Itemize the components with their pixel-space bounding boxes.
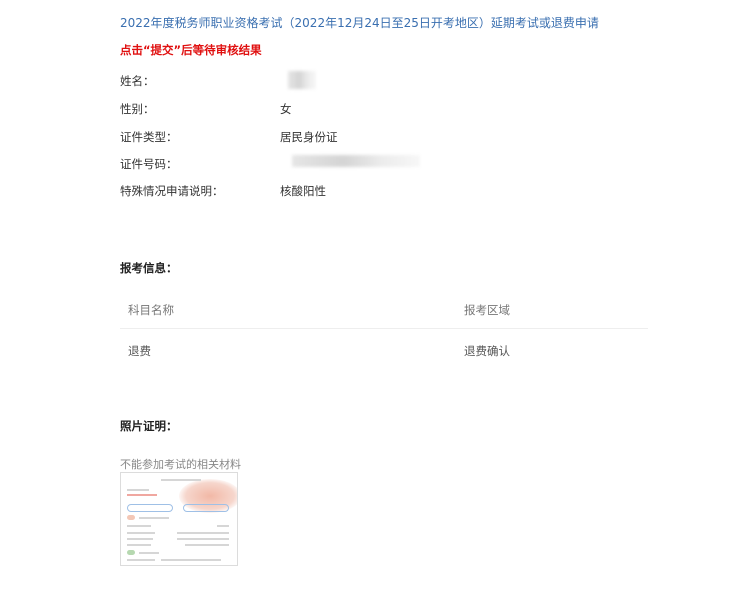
registration-section-title: 报考信息： — [120, 261, 178, 275]
table-row: 退费 退费确认 — [120, 333, 648, 369]
column-subject-name: 科目名称 — [128, 303, 174, 317]
cell-subject: 退费 — [128, 344, 151, 358]
name-row: 姓名： — [120, 71, 640, 93]
id-number-value-redacted — [292, 155, 420, 167]
registration-table: 科目名称 报考区域 退费 退费确认 — [120, 292, 648, 369]
id-number-row: 证件号码： — [120, 155, 640, 176]
cell-region: 退费确认 — [464, 344, 510, 358]
id-type-value: 居民身份证 — [280, 130, 338, 144]
name-value-redacted — [288, 71, 316, 89]
special-row: 特殊情况申请说明： 核酸阳性 — [120, 183, 640, 203]
submit-notice: 点击“提交”后等待审核结果 — [120, 43, 262, 57]
special-value: 核酸阳性 — [280, 184, 326, 198]
special-label: 特殊情况申请说明： — [120, 184, 224, 198]
id-type-label: 证件类型： — [120, 130, 178, 144]
id-type-row: 证件类型： 居民身份证 — [120, 129, 640, 149]
id-number-label: 证件号码： — [120, 157, 178, 171]
photo-section-title: 照片证明： — [120, 419, 178, 433]
gender-row: 性别： 女 — [120, 101, 640, 121]
table-header: 科目名称 报考区域 — [120, 292, 648, 329]
column-region: 报考区域 — [464, 303, 510, 317]
gender-value: 女 — [280, 102, 292, 116]
gender-label: 性别： — [120, 102, 155, 116]
photo-caption: 不能参加考试的相关材料 — [120, 458, 241, 471]
evidence-photo-thumbnail[interactable] — [120, 472, 238, 566]
name-label: 姓名： — [120, 74, 155, 88]
page-title: 2022年度税务师职业资格考试（2022年12月24日至25日开考地区）延期考试… — [120, 16, 599, 30]
